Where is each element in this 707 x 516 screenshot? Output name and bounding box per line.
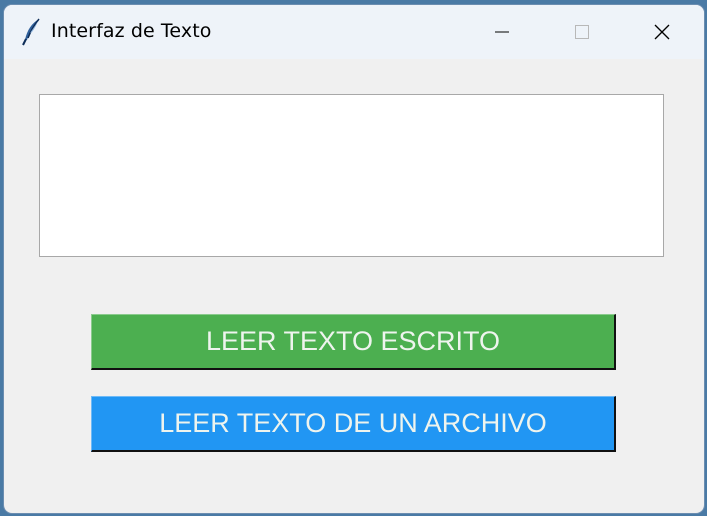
close-icon (654, 24, 670, 40)
minimize-icon (495, 31, 509, 33)
window-title: Interfaz de Texto (51, 20, 212, 42)
title-bar[interactable]: Interfaz de Texto (4, 5, 704, 59)
feather-icon (22, 18, 42, 46)
read-written-text-button[interactable]: LEER TEXTO ESCRITO (91, 314, 616, 370)
minimize-button[interactable] (462, 5, 542, 59)
maximize-button[interactable] (542, 5, 622, 59)
read-file-text-button[interactable]: LEER TEXTO DE UN ARCHIVO (91, 396, 616, 452)
close-button[interactable] (622, 5, 702, 59)
app-window: Interfaz de Texto LEER TEXTO ESCRITO LEE… (4, 5, 704, 513)
text-input-area[interactable] (39, 94, 664, 257)
maximize-icon (575, 25, 589, 39)
